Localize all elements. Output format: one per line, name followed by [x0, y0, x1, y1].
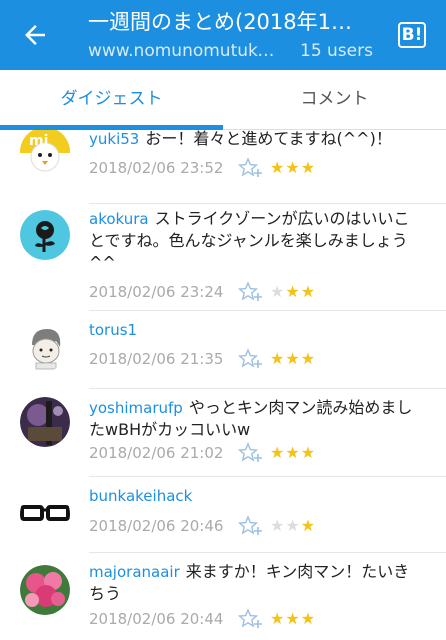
add-star-icon[interactable]	[238, 442, 264, 464]
comment-date: 2018/02/06 23:52	[89, 159, 224, 177]
tab-comments[interactable]: コメント	[223, 70, 446, 129]
back-arrow-icon[interactable]	[20, 20, 50, 50]
svg-text:mi: mi	[29, 133, 48, 149]
app-bar: 一週間のまとめ(2018年1月第5週) www.nomunomutukusanu…	[0, 0, 446, 70]
avatar[interactable]	[20, 321, 70, 371]
add-star-icon[interactable]	[238, 281, 264, 303]
page-url: www.nomunomutukusanumi.com	[88, 41, 284, 61]
comment-username[interactable]: bunkakeihack	[89, 487, 192, 505]
add-star-icon[interactable]	[238, 515, 264, 537]
comment-item: majoranaair 来ますか！キン肉マン！たいきちう 2018/02/06 2…	[0, 553, 446, 640]
active-stars: ★★★	[270, 349, 317, 368]
hatena-bookmark-logo[interactable]: B!	[398, 22, 426, 48]
comment-username[interactable]: yoshimarufp	[89, 399, 183, 417]
active-stars: ★★★	[270, 443, 317, 462]
avatar[interactable]	[20, 210, 70, 260]
star-rating: ★★★	[270, 442, 316, 464]
star-rating: ★★★	[270, 608, 316, 630]
comment-username[interactable]: akokura	[89, 210, 149, 228]
star-rating: ★★★	[270, 515, 316, 537]
comment-body: bunkakeihack	[89, 485, 419, 507]
page-title: 一週間のまとめ(2018年1月第5週)	[88, 10, 360, 34]
comment-username[interactable]: yuki53	[89, 130, 139, 148]
comment-username[interactable]: majoranaair	[89, 563, 180, 581]
comment-body: torus1	[89, 319, 419, 341]
comment-text: おー！着々と進めてますね(^^)！	[145, 130, 392, 148]
avatar[interactable]: mi	[20, 130, 70, 177]
add-star-icon[interactable]	[238, 348, 264, 370]
active-stars: ★	[300, 516, 317, 535]
comment-item: torus1 2018/02/06 21:35 ★★★	[0, 311, 446, 391]
star-rating: ★★★	[270, 281, 316, 303]
avatar[interactable]	[20, 397, 70, 447]
avatar[interactable]	[20, 565, 70, 615]
comment-date: 2018/02/06 23:24	[89, 283, 224, 301]
comment-date: 2018/02/06 21:35	[89, 350, 224, 368]
comment-item: bunkakeihack 2018/02/06 20:46 ★★★	[0, 477, 446, 557]
tab-digest[interactable]: ダイジェスト	[0, 70, 223, 129]
comment-date: 2018/02/06 20:46	[89, 517, 224, 535]
comment-body: akokura ストライクゾーンが広いのはいいことですね。色んなジャンルを楽しみま…	[89, 208, 419, 274]
inactive-stars: ★	[270, 282, 286, 301]
add-star-icon[interactable]	[238, 157, 264, 179]
add-star-icon[interactable]	[238, 608, 264, 630]
comment-item: yoshimarufp やっとキン肉マン読み始めましたwBHがカッコいいw 201…	[0, 389, 446, 473]
comment-body: majoranaair 来ますか！キン肉マン！たいきちう	[89, 561, 419, 605]
active-stars: ★★★	[270, 609, 317, 628]
comment-body: yoshimarufp やっとキン肉マン読み始めましたwBHがカッコいいw	[89, 397, 419, 441]
comment-list: mi yuki53 おー！着々と進めてますね(^^)！ 2018/02/06 23…	[0, 130, 446, 640]
active-stars: ★★	[285, 282, 317, 301]
comment-item: mi yuki53 おー！着々と進めてますね(^^)！ 2018/02/06 23…	[0, 130, 446, 204]
star-rating: ★★★	[270, 157, 316, 179]
comment-username[interactable]: torus1	[89, 321, 137, 339]
tab-bar: ダイジェスト コメント	[0, 70, 446, 130]
inactive-stars: ★★	[270, 516, 301, 535]
comment-date: 2018/02/06 21:02	[89, 444, 224, 462]
comment-date: 2018/02/06 20:44	[89, 610, 224, 628]
avatar[interactable]	[20, 489, 70, 539]
star-rating: ★★★	[270, 348, 316, 370]
comment-body: yuki53 おー！着々と進めてますね(^^)！	[89, 130, 419, 150]
users-count[interactable]: 15 users	[300, 40, 373, 62]
comment-item: akokura ストライクゾーンが広いのはいいことですね。色んなジャンルを楽しみま…	[0, 204, 446, 310]
active-stars: ★★★	[270, 158, 317, 177]
